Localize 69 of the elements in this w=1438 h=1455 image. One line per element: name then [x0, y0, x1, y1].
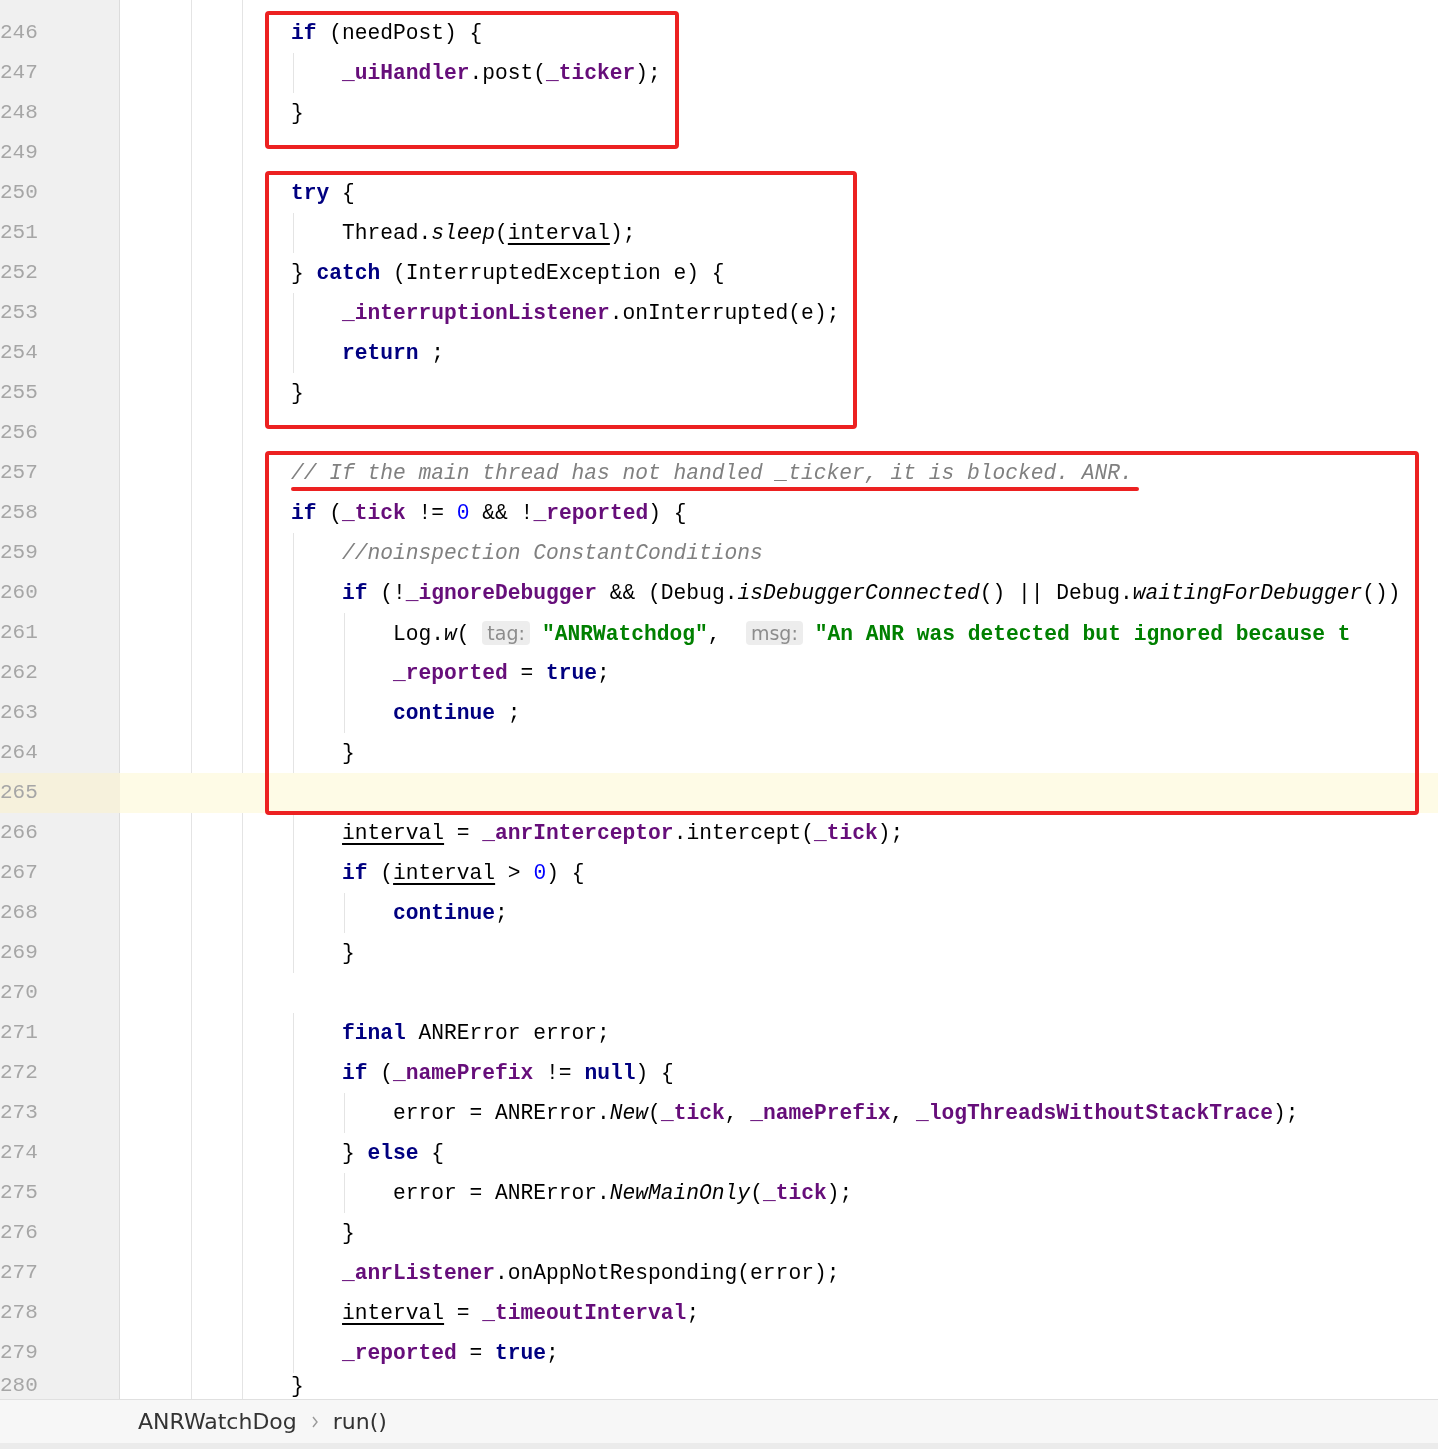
code-line: error = ANRError.NewMainOnly(_tick);	[393, 1181, 853, 1205]
line-number: 262	[0, 661, 38, 684]
code-line: }	[342, 1221, 355, 1245]
code-line: return ;	[342, 341, 445, 365]
line-number: 278	[0, 1301, 38, 1324]
line-number: 280	[0, 1374, 38, 1397]
line-number: 273	[0, 1101, 38, 1124]
line-number: 264	[0, 741, 38, 764]
code-line: error = ANRError.New(_tick, _namePrefix, _logThreadsWithoutStackTrace);	[393, 1101, 1299, 1125]
line-number: 256	[0, 421, 38, 444]
code-line: Log.w( tag: "ANRWatchdog", msg: "An ANR was detected but ignored because t	[393, 622, 1351, 646]
code-line: if (needPost) {	[291, 21, 483, 45]
line-number: 251	[0, 221, 38, 244]
line-number: 263	[0, 701, 38, 724]
line-number: 248	[0, 101, 38, 124]
line-number: 274	[0, 1141, 38, 1164]
code-line: //noinspection ConstantConditions	[342, 541, 763, 565]
code-line: }	[342, 941, 355, 965]
line-number: 270	[0, 981, 38, 1004]
line-number: 269	[0, 941, 38, 964]
line-number: 276	[0, 1221, 38, 1244]
line-number: 265	[0, 781, 38, 804]
code-line: if (_namePrefix != null) {	[342, 1061, 674, 1085]
chevron-icon	[310, 1415, 319, 1428]
code-line: }	[291, 101, 304, 125]
line-number: 252	[0, 261, 38, 284]
line-number: 259	[0, 541, 38, 564]
line-number: 255	[0, 381, 38, 404]
code-line: Thread.sleep(interval);	[342, 221, 636, 245]
code-line: }	[291, 1374, 304, 1398]
code-line: } else {	[342, 1141, 445, 1165]
line-number: 272	[0, 1061, 38, 1084]
line-number: 249	[0, 141, 38, 164]
code-line: continue;	[393, 901, 508, 925]
code-line: continue ;	[393, 701, 521, 725]
line-number: 260	[0, 581, 38, 604]
line-number: 246	[0, 21, 38, 44]
code-line: if (!_ignoreDebugger && (Debug.isDebuggerConnected() || Debug.waitingForDebugger())	[342, 581, 1401, 605]
code-line: interval = _anrInterceptor.intercept(_tick);	[342, 821, 904, 845]
line-number: 271	[0, 1021, 38, 1044]
code-line: _anrListener.onAppNotResponding(error);	[342, 1261, 840, 1285]
line-number: 277	[0, 1261, 38, 1284]
code-line: if (_tick != 0 && !_reported) {	[291, 501, 687, 525]
line-number: 258	[0, 501, 38, 524]
code-line: }	[291, 381, 304, 405]
code-line: }	[342, 741, 355, 765]
code-line: if (interval > 0) {	[342, 861, 585, 885]
code-line: _reported = true;	[393, 661, 610, 685]
code-line: final ANRError error;	[342, 1021, 610, 1045]
code-line: _interruptionListener.onInterrupted(e);	[342, 301, 840, 325]
line-number: 261	[0, 621, 38, 644]
code-line: _reported = true;	[342, 1341, 559, 1365]
breadcrumb-item[interactable]: ANRWatchDog	[138, 1405, 297, 1438]
line-number: 266	[0, 821, 38, 844]
code-line: interval = _timeoutInterval;	[342, 1301, 700, 1325]
line-number: 279	[0, 1341, 38, 1364]
line-number: 257	[0, 461, 38, 484]
line-number: 250	[0, 181, 38, 204]
line-number: 268	[0, 901, 38, 924]
line-number: 253	[0, 301, 38, 324]
line-number: 275	[0, 1181, 38, 1204]
code-line: } catch (InterruptedException e) {	[291, 261, 725, 285]
code-line: try {	[291, 181, 355, 205]
breadcrumb-item[interactable]: run()	[332, 1405, 387, 1438]
code-line: _uiHandler.post(_ticker);	[342, 61, 661, 85]
code-line: // If the main thread has not handled _ticker, it is blocked. ANR.	[291, 461, 1133, 485]
line-number: 247	[0, 61, 38, 84]
line-number: 254	[0, 341, 38, 364]
line-number: 267	[0, 861, 38, 884]
